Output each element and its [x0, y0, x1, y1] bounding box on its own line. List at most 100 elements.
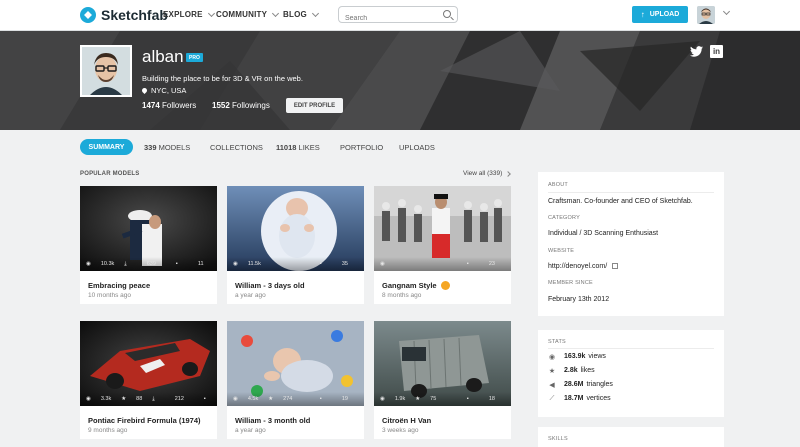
twitter-icon[interactable]	[690, 45, 703, 58]
tab-uploads[interactable]: UPLOADS	[399, 143, 435, 152]
model-views: 4.5k	[247, 396, 259, 402]
model-title[interactable]: William - 3 month old	[235, 416, 310, 425]
top-navbar: Sketchfab EXPLORE COMMUNITY BLOG ↑ UPLOA…	[0, 0, 800, 31]
sketchfab-logo-icon	[80, 7, 96, 23]
tab-summary[interactable]: SUMMARY	[80, 139, 133, 155]
tab-likes-count: 11018	[276, 143, 297, 152]
model-title[interactable]: Pontiac Firebird Formula (1974)	[88, 416, 201, 425]
model-likes: 274	[283, 396, 293, 402]
followings-link[interactable]: 1552 Followings	[212, 101, 270, 110]
model-card[interactable]: ◉ 1.9k ★ 75 ▪ 18 Citroën H Van 3 weeks ago	[374, 321, 511, 439]
location-text: NYC, USA	[151, 86, 187, 95]
search-input[interactable]	[339, 11, 435, 26]
model-thumbnail[interactable]: ◉3.3k ★88 ⤓212▪11	[80, 321, 217, 406]
model-card[interactable]: ◉ 4.5k ★ 274 ▪ 19 William - 3 month old a y…	[227, 321, 364, 439]
stat-triangles: ◀ 28.6M triangles	[548, 381, 613, 389]
user-avatar[interactable]	[697, 6, 715, 24]
model-title[interactable]: Citroën H Van	[382, 416, 431, 425]
divider	[548, 192, 714, 193]
model-time: 10 months ago	[88, 292, 132, 299]
stat-likes: ★ 2.8k likes	[548, 367, 595, 375]
tab-likes[interactable]: 11018 LIKES	[276, 143, 320, 152]
stat-vertices: ⟋ 18.7M vertices	[548, 395, 611, 403]
avatar-image	[697, 6, 715, 24]
nav-blog[interactable]: BLOG	[283, 9, 319, 19]
upload-button[interactable]: ↑ UPLOAD	[632, 6, 688, 23]
followers-link[interactable]: 1474 Followers	[142, 101, 196, 110]
model-thumbnail[interactable]: ◉ 10.3k ⤓ 639 ▪ 11	[80, 186, 217, 271]
sketchfab-logo[interactable]: Sketchfab	[80, 7, 168, 23]
model-thumbnail[interactable]: ◉ ▪ 23	[374, 186, 511, 271]
model-time: a year ago	[235, 292, 266, 299]
model-comments: 18	[488, 396, 495, 402]
stat-label: likes	[580, 367, 595, 374]
model-title[interactable]: Gangnam Style	[382, 281, 450, 290]
eye-icon: ◉	[548, 353, 556, 361]
model-comments: 11	[197, 260, 204, 267]
view-all-link[interactable]: View all (339)	[463, 170, 512, 177]
skills-heading: SKILLS	[548, 436, 568, 442]
model-downloads: 212	[174, 395, 184, 402]
stat-label: triangles	[586, 381, 613, 388]
model-card[interactable]: ◉ 11.5k ▪ 35 William - 3 days old a year a…	[227, 186, 364, 304]
star-icon: ★	[548, 367, 556, 375]
nav-community-label: COMMUNITY	[216, 10, 268, 19]
chevron-right-icon	[505, 170, 512, 177]
downloads-icon: ⤓	[152, 395, 155, 402]
category-heading: CATEGORY	[548, 215, 580, 221]
linkedin-icon[interactable]: in	[710, 45, 723, 58]
account-chevron-down-icon[interactable]	[722, 7, 731, 16]
tab-collections[interactable]: COLLECTIONS	[210, 143, 263, 152]
category-value: Individual / 3D Scanning Enthusiast	[548, 230, 659, 237]
model-likes: 75	[430, 396, 437, 402]
model-card[interactable]: ◉ ▪ 23 Gangnam Style 8 months ago	[374, 186, 511, 304]
edit-profile-button[interactable]: EDIT PROFILE	[286, 98, 343, 113]
views-icon: ◉	[86, 261, 91, 267]
model-views: 1.9k	[394, 396, 406, 402]
staff-pick-icon	[440, 281, 450, 290]
model-title[interactable]: Embracing peace	[88, 281, 150, 290]
website-link[interactable]: http://denoyel.com/	[548, 263, 619, 270]
nav-explore[interactable]: EXPLORE	[163, 9, 215, 19]
profile-avatar[interactable]	[80, 45, 132, 97]
stats-heading: STATS	[548, 339, 566, 345]
model-stats: ◉ 11.5k ▪ 35	[227, 257, 364, 271]
model-thumbnail[interactable]: ◉ 4.5k ★ 274 ▪ 19	[227, 321, 364, 406]
external-link-icon	[612, 263, 619, 270]
model-time: 9 months ago	[88, 427, 128, 434]
model-thumbnail[interactable]: ◉ 1.9k ★ 75 ▪ 18	[374, 321, 511, 406]
profile-tagline: Building the place to be for 3D & VR on …	[142, 74, 303, 83]
model-downloads: 639	[146, 260, 156, 267]
model-time: 8 months ago	[382, 292, 422, 299]
website-heading: WEBSITE	[548, 248, 575, 254]
nav-community[interactable]: COMMUNITY	[216, 9, 280, 19]
profile-username: alban	[142, 47, 184, 66]
divider	[548, 348, 714, 349]
tab-models[interactable]: 339 MODELS	[144, 143, 190, 152]
nav-blog-label: BLOG	[283, 10, 307, 19]
model-card[interactable]: ◉3.3k ★88 ⤓212▪11 Pontiac Firebird Formu…	[80, 321, 217, 439]
followers-label: Followers	[162, 101, 197, 110]
chevron-down-icon	[311, 9, 319, 17]
model-stats: ◉ 1.9k ★ 75 ▪ 18	[374, 392, 511, 406]
tab-portfolio[interactable]: PORTFOLIO	[340, 143, 383, 152]
upload-arrow-icon: ↑	[640, 10, 645, 19]
model-thumbnail[interactable]: ◉ 11.5k ▪ 35	[227, 186, 364, 271]
stat-label: vertices	[586, 395, 611, 402]
model-card[interactable]: ◉ 10.3k ⤓ 639 ▪ 11 Embracing peace 10 months…	[80, 186, 217, 304]
stat-value: 28.6M	[564, 381, 584, 388]
skills-panel: SKILLS	[538, 427, 724, 447]
followings-label: Followings	[232, 101, 270, 110]
search-icon[interactable]	[443, 10, 451, 18]
model-stats: ◉ ▪ 23	[374, 257, 511, 271]
model-comments: 35	[341, 261, 348, 267]
model-title-text: Gangnam Style	[382, 281, 437, 290]
comments-icon: ▪	[203, 395, 206, 402]
tab-likes-label: LIKES	[298, 143, 320, 152]
profile-location: NYC, USA	[140, 86, 187, 95]
model-title[interactable]: William - 3 days old	[235, 281, 305, 290]
comments-icon: ▪	[319, 261, 322, 267]
comments-icon: ▪	[175, 260, 178, 267]
about-heading: ABOUT	[548, 182, 568, 188]
model-stats: ◉ 10.3k ⤓ 639 ▪ 11	[80, 257, 217, 271]
